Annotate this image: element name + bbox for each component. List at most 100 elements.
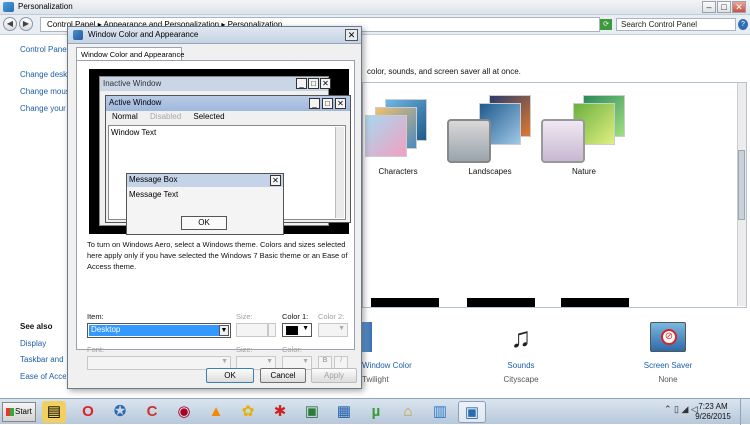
- preview-message-box[interactable]: Message Box ✕ Message Text OK: [126, 173, 284, 235]
- app-icon[interactable]: ✿: [236, 401, 260, 423]
- theme-characters[interactable]: Characters: [363, 95, 443, 195]
- theme-landscapes[interactable]: Landscapes: [445, 95, 535, 195]
- screen-saver-link[interactable]: Screen Saver: [638, 361, 698, 370]
- sounds-icon[interactable]: ♫: [501, 320, 541, 356]
- preview-close-icon: ✕: [270, 175, 281, 186]
- sounds-value: Cityscape: [503, 375, 539, 384]
- window-color-link[interactable]: Window Color: [362, 361, 412, 370]
- cancel-button[interactable]: Cancel: [260, 368, 306, 383]
- chevron-down-icon[interactable]: ▼: [219, 325, 229, 336]
- utorrent-icon[interactable]: µ: [364, 401, 388, 423]
- link-taskbar[interactable]: Taskbar and Start Menu: [20, 355, 66, 364]
- link-change-account-picture[interactable]: Change your account picture: [20, 104, 68, 113]
- theme-thumbnail-edge: [371, 298, 439, 307]
- theme-nature[interactable]: Nature: [539, 95, 629, 195]
- appearance-preview[interactable]: Inactive Window _ □ ✕ Active Window _ □ …: [89, 69, 351, 235]
- preview-minimize-icon: _: [309, 98, 320, 109]
- back-button[interactable]: ◀: [3, 17, 17, 31]
- sounds-link[interactable]: Sounds: [501, 361, 541, 370]
- item-select[interactable]: Desktop ▼: [87, 323, 231, 338]
- ok-button[interactable]: OK: [206, 368, 254, 383]
- refresh-icon[interactable]: ⟳: [600, 19, 612, 30]
- monitor-icon[interactable]: ▣: [300, 401, 324, 423]
- search-input[interactable]: Search Control Panel: [616, 18, 736, 31]
- font-label: Font:: [87, 345, 105, 354]
- preview-close-icon: ✕: [335, 98, 346, 109]
- vlc-icon[interactable]: ▲: [204, 401, 228, 423]
- personalization-taskbar-icon[interactable]: ▣: [458, 401, 486, 423]
- item-label: Item:: [87, 312, 104, 321]
- menu-disabled[interactable]: Disabled: [150, 112, 181, 121]
- preview-scrollbar: [335, 127, 344, 218]
- themes-list: Characters Landscapes Nature: [362, 82, 747, 308]
- screen-saver-icon[interactable]: ⊘: [650, 322, 686, 352]
- start-button[interactable]: Start: [2, 402, 36, 422]
- item-selected-value: Desktop: [89, 325, 219, 336]
- control-panel-icon[interactable]: ▥: [428, 401, 452, 423]
- color1-swatch: [286, 326, 298, 335]
- preview-minimize-icon: _: [296, 78, 307, 89]
- chevron-down-icon: ▼: [266, 358, 273, 365]
- preview-inactive-window[interactable]: Inactive Window _ □ ✕ Active Window _ □ …: [99, 76, 351, 235]
- screen-saver-value: None: [658, 375, 678, 384]
- themes-scrollbar-thumb[interactable]: [738, 150, 745, 220]
- app-icon[interactable]: ✱: [268, 401, 292, 423]
- tab-window-color[interactable]: Window Color and Appearance: [76, 47, 184, 61]
- preview-close-icon: ✕: [320, 78, 331, 89]
- maximize-button[interactable]: □: [717, 1, 731, 13]
- inactive-title: Inactive Window: [100, 77, 328, 91]
- size-input[interactable]: [236, 323, 268, 337]
- explorer-icon[interactable]: ▤: [42, 401, 66, 423]
- theme-label: Nature: [571, 167, 596, 176]
- dialog-close-button[interactable]: ✕: [345, 29, 358, 41]
- theme-thumbnail: [541, 119, 585, 163]
- link-change-mouse-pointers[interactable]: Change mouse pointers: [20, 87, 68, 96]
- color1-picker[interactable]: ▼: [282, 323, 312, 337]
- menu-normal[interactable]: Normal: [112, 112, 138, 121]
- menu-selected[interactable]: Selected: [193, 112, 224, 121]
- app-icon[interactable]: ⌂: [396, 401, 420, 423]
- font-color-label: Color:: [282, 345, 303, 354]
- size-label: Size:: [236, 312, 253, 321]
- help-icon[interactable]: ?: [738, 19, 748, 30]
- size-spinner[interactable]: [268, 323, 276, 337]
- window-titlebar: Personalization – □ ✕: [0, 0, 750, 15]
- theme-thumbnail-edge: [561, 298, 629, 307]
- link-display[interactable]: Display: [20, 339, 46, 348]
- color2-label: Color 2:: [318, 312, 345, 321]
- start-label: Start: [15, 407, 32, 416]
- forward-button[interactable]: ▶: [19, 17, 33, 31]
- preview-active-window[interactable]: Active Window _ □ ✕ Normal Disabled Sele…: [105, 95, 351, 235]
- dialog-icon: [73, 30, 83, 40]
- chevron-down-icon: ▼: [302, 358, 309, 365]
- preview-maximize-icon: □: [308, 78, 319, 89]
- window-color-dialog: Window Color and Appearance ✕ Window Col…: [67, 26, 362, 389]
- clock-date: 9/26/2015: [695, 412, 731, 421]
- ccleaner-icon[interactable]: C: [140, 401, 164, 423]
- dialog-titlebar: Window Color and Appearance ✕: [68, 27, 361, 44]
- close-button[interactable]: ✕: [732, 1, 746, 13]
- message-text: Message Text: [129, 190, 179, 199]
- app-icon[interactable]: ✪: [108, 401, 132, 423]
- network-icon[interactable]: ▦: [332, 401, 356, 423]
- media-icon[interactable]: ◉: [172, 401, 196, 423]
- theme-label: Landscapes: [468, 167, 512, 176]
- window-color-icon[interactable]: [362, 322, 372, 352]
- aero-info-text: To turn on Windows Aero, select a Window…: [87, 240, 348, 271]
- link-change-desktop-icons[interactable]: Change desktop icons: [20, 70, 68, 79]
- clock[interactable]: 7:23 AM 9/26/2015: [690, 402, 736, 422]
- link-ease-of-access[interactable]: Ease of Access Center: [20, 372, 66, 381]
- personalization-icon: [3, 2, 14, 12]
- see-also-heading: See also: [20, 322, 53, 331]
- theme-thumbnail: [447, 119, 491, 163]
- theme-thumbnail-edge: [467, 298, 535, 307]
- apply-button[interactable]: Apply: [311, 368, 357, 383]
- opera-icon[interactable]: O: [76, 401, 100, 423]
- minimize-button[interactable]: –: [702, 1, 716, 13]
- chevron-down-icon: ▼: [338, 325, 345, 332]
- chevron-down-icon: ▼: [302, 325, 309, 332]
- message-box-title: Message Box: [127, 174, 283, 187]
- theme-thumbnail: [365, 115, 407, 157]
- show-desktop-button[interactable]: [740, 399, 750, 425]
- color2-picker[interactable]: ▼: [318, 323, 348, 337]
